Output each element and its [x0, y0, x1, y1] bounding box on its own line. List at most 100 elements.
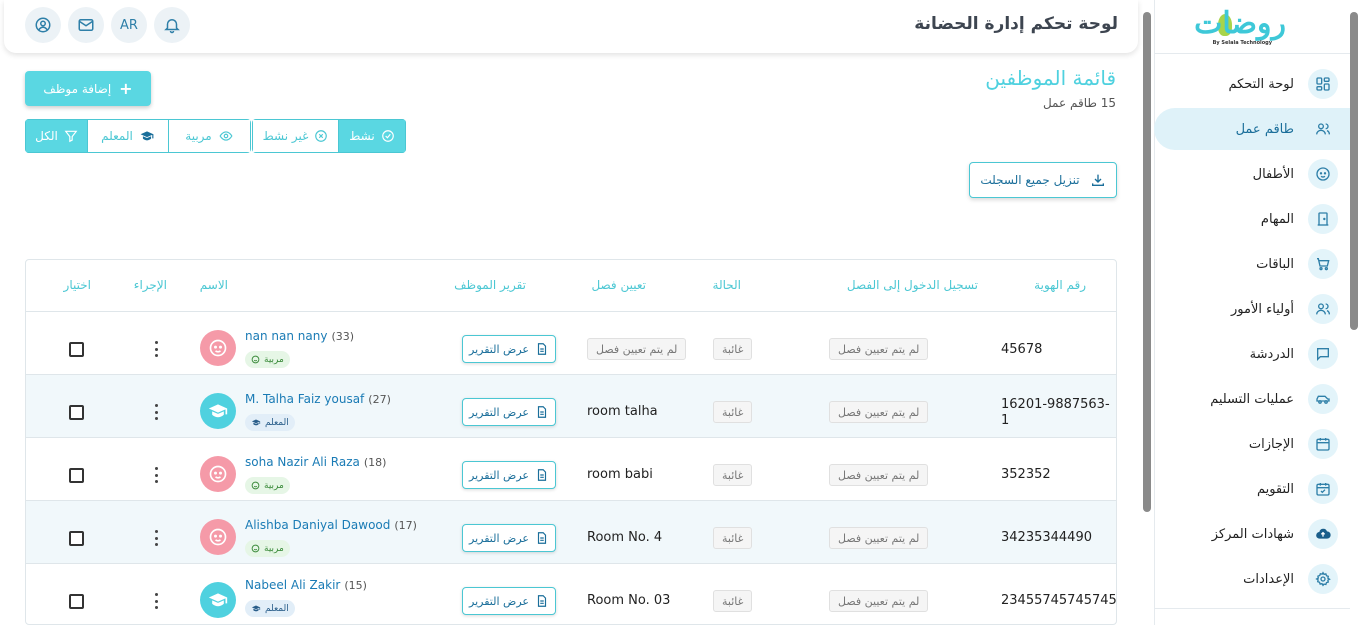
sidebar-item-label: عمليات التسليم [1210, 391, 1294, 407]
sidebar: روضات By Selala Technology لوحة التحكم ط… [1154, 0, 1350, 625]
table-row: 34235344490 لم يتم تعيين فصل غائبة Room … [26, 500, 1116, 563]
language-button[interactable]: AR [111, 7, 147, 43]
column-header-select: اختيار [63, 278, 91, 292]
view-report-button[interactable]: عرض التقرير [462, 335, 556, 363]
status-chip: غائبة [713, 464, 753, 486]
view-report-button[interactable]: عرض التقرير [462, 398, 556, 426]
add-employee-button[interactable]: إضافة موظف + [25, 71, 151, 106]
row-select-checkbox[interactable] [69, 405, 84, 420]
filter-all[interactable]: الكل [25, 119, 88, 153]
sidebar-divider [1155, 608, 1350, 609]
employee-id: 352352 [1001, 467, 1051, 482]
sidebar-item-label: الإجازات [1248, 436, 1294, 452]
bell-icon [164, 19, 180, 34]
download-icon [1091, 174, 1104, 186]
profile-button[interactable] [25, 7, 61, 43]
table-row: 45678 لم يتم تعيين فصل غائبة لم يتم تعيي… [26, 311, 1116, 374]
cart-icon [1308, 249, 1338, 279]
checkin-chip: لم يتم تعيين فصل [829, 401, 929, 423]
employee-name-link[interactable]: Nabeel Ali Zakir (15) [245, 578, 367, 592]
sidebar-item-children[interactable]: الأطفال [1154, 153, 1350, 195]
row-actions-button[interactable] [153, 404, 159, 420]
role-filter-group: الكل المعلم مربية [25, 119, 251, 153]
sidebar-item-calendar[interactable]: التقويم [1154, 468, 1350, 510]
table-row: 16201-9887563-1 لم يتم تعيين فصل غائبة r… [26, 374, 1116, 437]
smile-icon [251, 544, 260, 553]
sidebar-item-dashboard[interactable]: لوحة التحكم [1154, 63, 1350, 105]
employee-age: (18) [363, 456, 387, 469]
assigned-class: Room No. 03 [587, 593, 671, 608]
sidebar-item-deliveries[interactable]: عمليات التسليم [1154, 378, 1350, 420]
main-scrollbar[interactable] [1143, 12, 1151, 512]
plus-icon: + [119, 79, 133, 98]
employee-id: 45678 [1001, 342, 1043, 357]
status-chip: غائبة [713, 401, 753, 423]
view-report-button[interactable]: عرض التقرير [462, 587, 556, 615]
role-label: مربية [264, 543, 284, 554]
page-title: قائمة الموظفين [985, 66, 1116, 90]
row-actions-button[interactable] [153, 341, 159, 357]
messages-button[interactable] [68, 7, 104, 43]
download-records-button[interactable]: تنزيل جميع السجلت [969, 162, 1117, 198]
add-employee-label: إضافة موظف [43, 81, 112, 96]
row-actions-button[interactable] [153, 467, 159, 483]
filter-all-label: الكل [35, 129, 58, 143]
header-title: لوحة تحكم إدارة الحضانة [914, 14, 1118, 34]
chat-icon [1308, 339, 1338, 369]
status-chip: غائبة [713, 338, 753, 360]
row-select-checkbox[interactable] [69, 342, 84, 357]
sidebar-item-chat[interactable]: الدردشة [1154, 333, 1350, 375]
sidebar-item-staff[interactable]: طاقم عمل [1154, 108, 1350, 150]
employee-id: 16201-9887563-1 [1001, 397, 1110, 428]
document-icon [537, 469, 547, 481]
employee-age: (15) [344, 579, 367, 592]
graduation-cap-icon [208, 593, 228, 607]
avatar [200, 456, 236, 492]
filter-teacher[interactable]: المعلم [88, 119, 169, 153]
avatar [200, 519, 236, 555]
sidebar-divider [1155, 53, 1350, 54]
row-select-checkbox[interactable] [69, 468, 84, 483]
filter-active-label: نشط [349, 129, 375, 143]
sidebar-item-parents[interactable]: أولياء الأمور [1154, 288, 1350, 330]
language-label: AR [120, 17, 138, 33]
column-header-class: تعيين فصل [591, 278, 646, 292]
role-badge: مربية [245, 477, 290, 494]
sidebar-item-packages[interactable]: الباقات [1154, 243, 1350, 285]
role-badge: مربية [245, 540, 290, 557]
checkin-chip: لم يتم تعيين فصل [829, 464, 929, 486]
employee-name-link[interactable]: nan nan nany (33) [245, 329, 354, 343]
row-select-checkbox[interactable] [69, 594, 84, 609]
row-actions-button[interactable] [153, 530, 159, 546]
column-header-id: رقم الهوية [1034, 278, 1086, 292]
check-circle-icon [381, 130, 394, 142]
role-label: المعلم [265, 417, 289, 428]
brand-name: روضات [1194, 6, 1286, 41]
view-report-button[interactable]: عرض التقرير [462, 524, 556, 552]
sidebar-item-leaves[interactable]: الإجازات [1154, 423, 1350, 465]
status-chip: غائبة [713, 527, 753, 549]
employee-name-link[interactable]: soha Nazir Ali Raza (18) [245, 455, 386, 469]
sidebar-item-label: الدردشة [1249, 346, 1294, 362]
sidebar-item-tasks[interactable]: المهام [1154, 198, 1350, 240]
notifications-button[interactable] [154, 7, 190, 43]
users-icon [1308, 114, 1338, 144]
status-filter-group: غير نشط نشط [252, 119, 406, 153]
filter-nanny[interactable]: مربية [169, 119, 251, 153]
assigned-class: Room No. 4 [587, 530, 663, 545]
sidebar-item-label: الباقات [1256, 256, 1294, 272]
view-report-label: عرض التقرير [469, 594, 529, 608]
sidebar-item-settings[interactable]: الإعدادات [1154, 558, 1350, 600]
row-select-checkbox[interactable] [69, 531, 84, 546]
filter-inactive[interactable]: غير نشط [252, 119, 339, 153]
filter-active[interactable]: نشط [339, 119, 406, 153]
sidebar-item-certificates[interactable]: شهادات المركز [1154, 513, 1350, 555]
employee-name-link[interactable]: Alishba Daniyal Dawood (17) [245, 518, 417, 532]
door-icon [1308, 204, 1338, 234]
sidebar-scrollbar[interactable] [1350, 12, 1358, 330]
assigned-class: room talha [587, 404, 658, 419]
employee-name-link[interactable]: M. Talha Faiz yousaf (27) [245, 392, 391, 406]
dashboard-icon [1308, 69, 1338, 99]
view-report-button[interactable]: عرض التقرير [462, 461, 556, 489]
row-actions-button[interactable] [153, 593, 159, 609]
